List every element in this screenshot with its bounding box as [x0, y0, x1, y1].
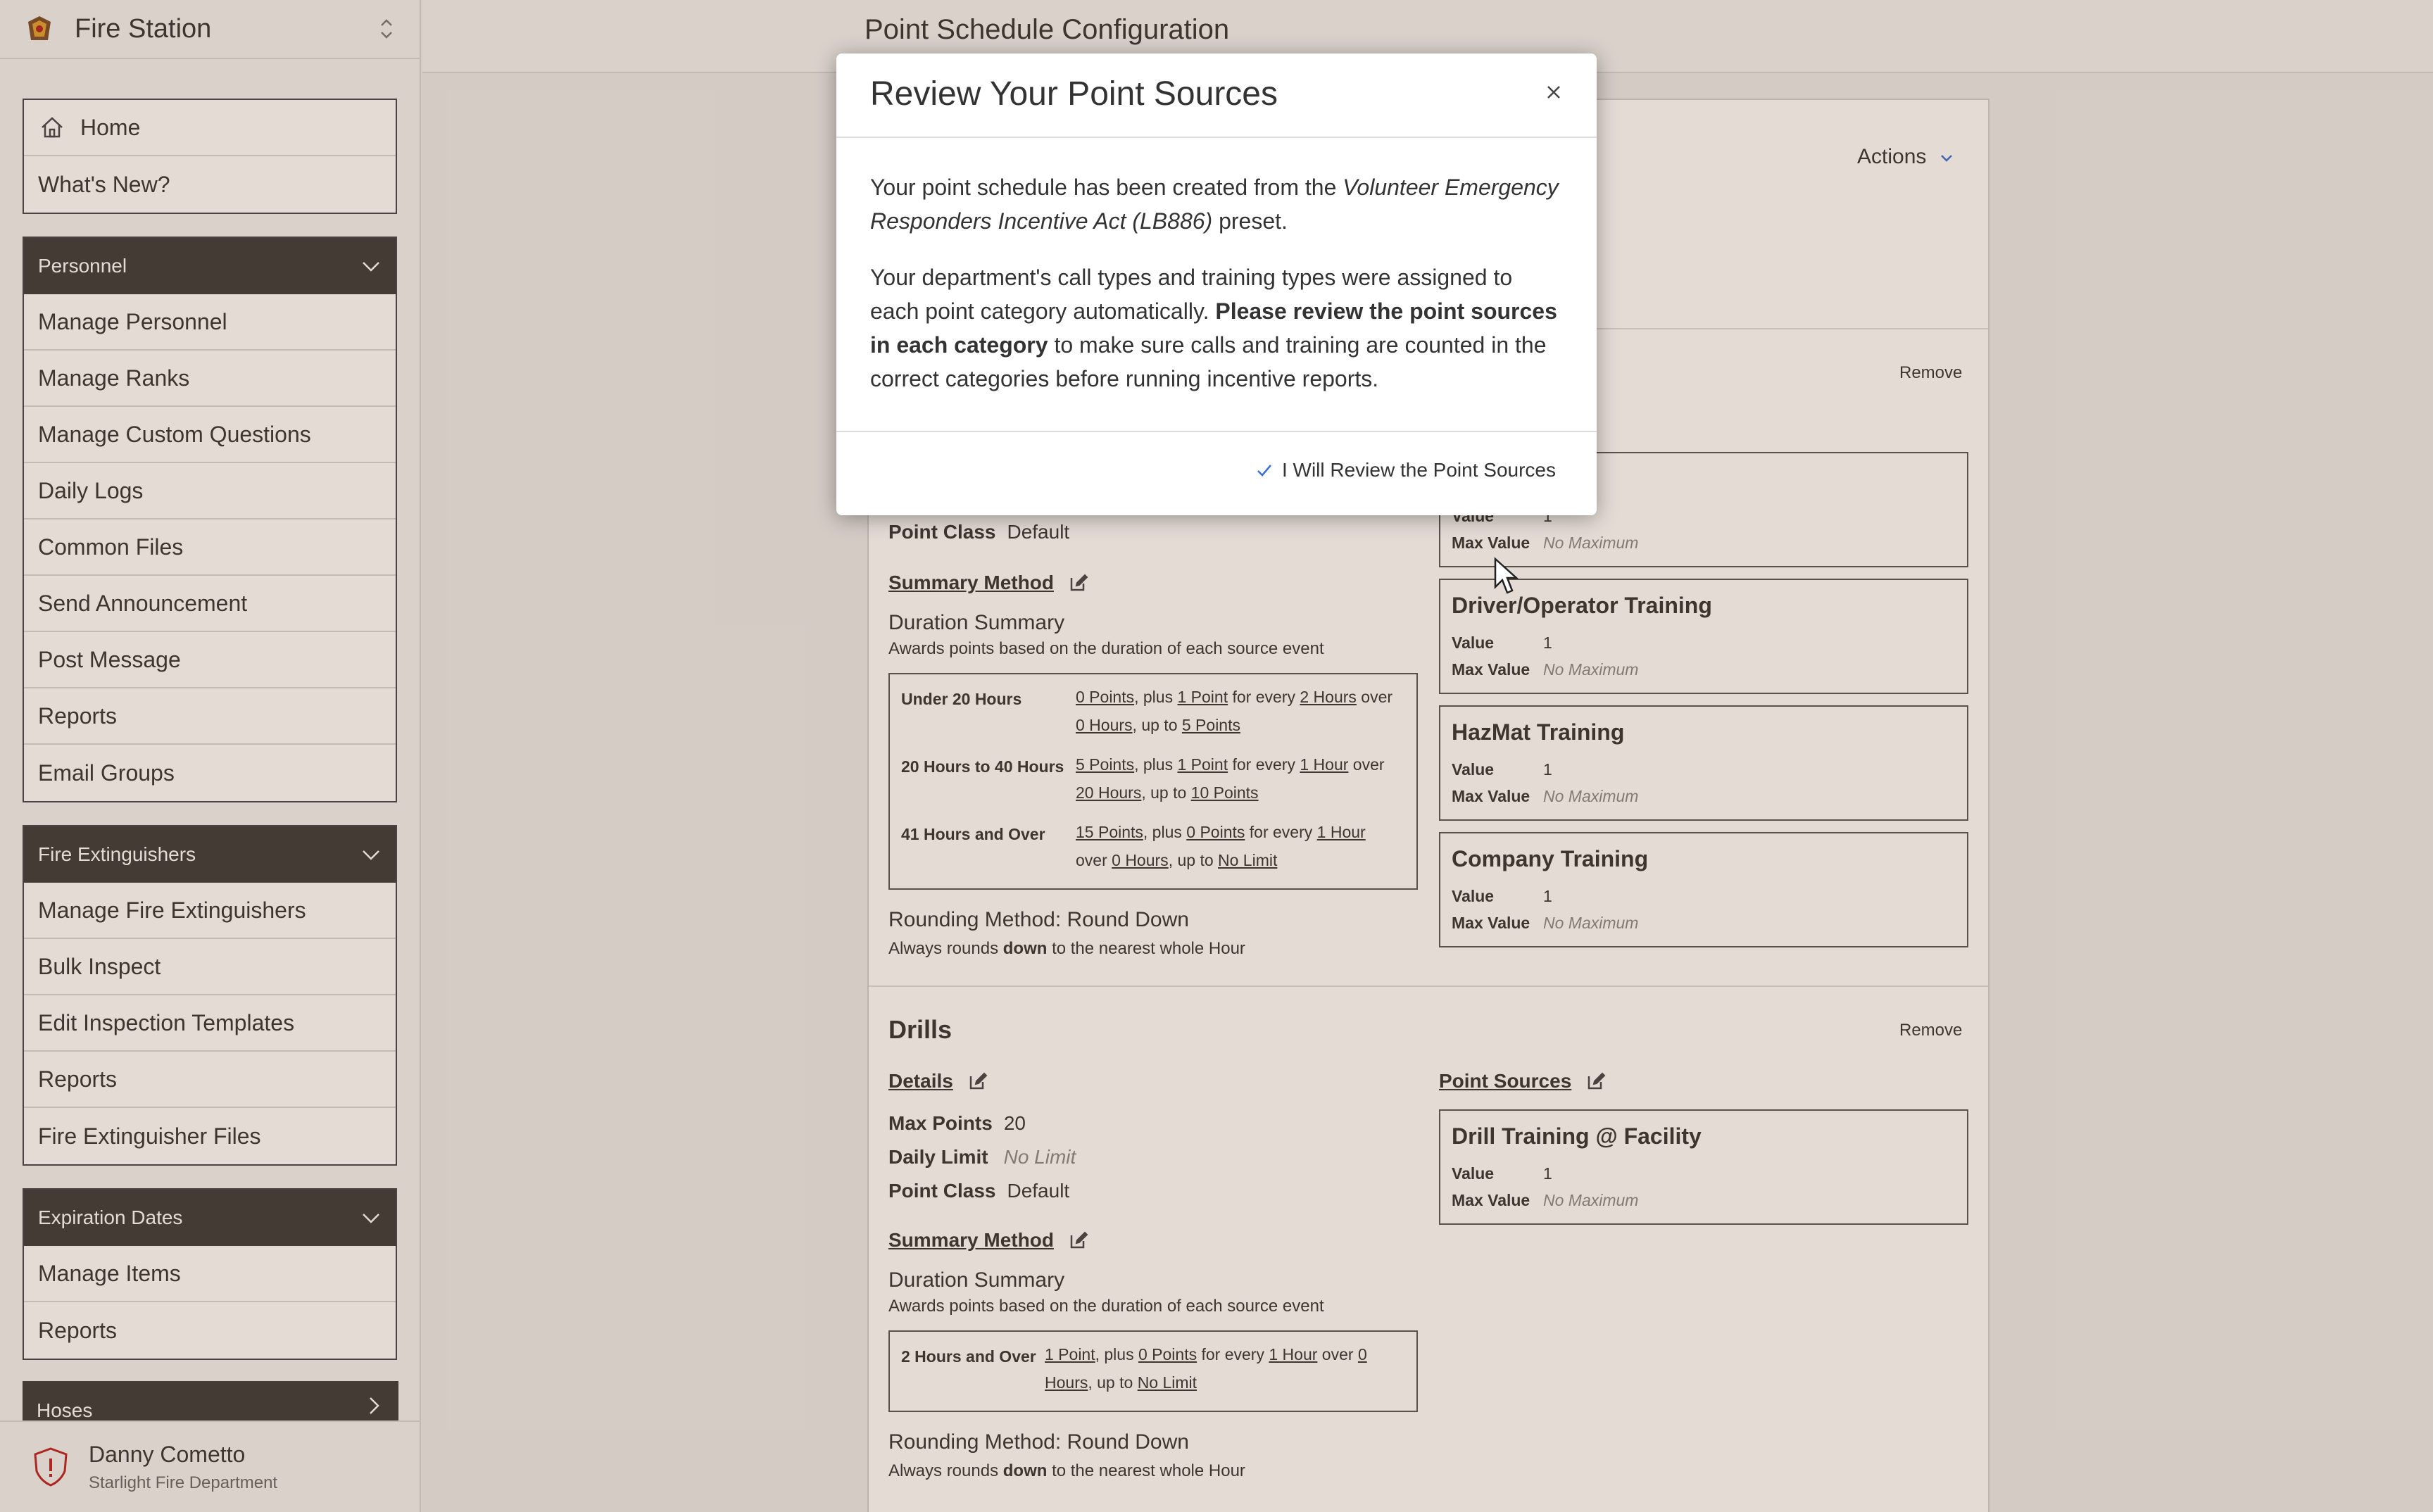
mouse-cursor-icon — [1494, 557, 1519, 594]
modal-header: Review Your Point Sources — [836, 53, 1597, 138]
modal-text: preset. — [1212, 208, 1288, 234]
modal-body: Your point schedule has been created fro… — [870, 170, 1567, 418]
confirm-review-button[interactable]: I Will Review the Point Sources — [1254, 459, 1556, 481]
review-point-sources-modal: Review Your Point Sources Your point sch… — [836, 53, 1597, 515]
modal-paragraph: Your point schedule has been created fro… — [870, 170, 1567, 238]
modal-title: Review Your Point Sources — [870, 75, 1278, 113]
modal-footer: I Will Review the Point Sources — [836, 431, 1597, 515]
close-icon[interactable] — [1542, 80, 1566, 104]
modal-text: Your point schedule has been created fro… — [870, 175, 1343, 200]
confirm-label: I Will Review the Point Sources — [1281, 459, 1556, 481]
check-icon — [1257, 465, 1271, 477]
modal-paragraph: Your department's call types and trainin… — [870, 260, 1567, 396]
